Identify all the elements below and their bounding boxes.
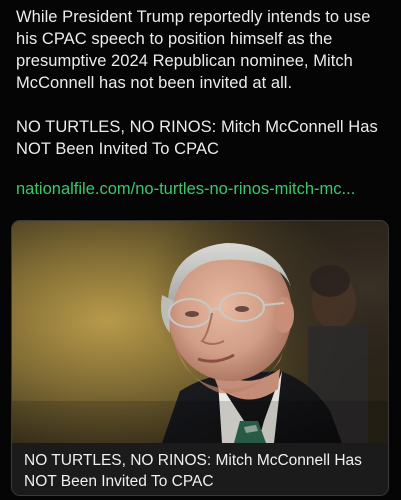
link-preview-title-box[interactable]: NO TURTLES, NO RINOS: Mitch McConnell Ha… [12, 443, 388, 495]
post-body: While President Trump reportedly intends… [16, 6, 388, 182]
link-preview-title: NO TURTLES, NO RINOS: Mitch McConnell Ha… [24, 452, 362, 490]
post-headline-line-2: NOT Been Invited To CPAC [16, 140, 219, 158]
link-preview-card[interactable]: NO TURTLES, NO RINOS: Mitch McConnell Ha… [11, 220, 389, 496]
article-link[interactable]: nationalfile.com/no-turtles-no-rinos-mit… [16, 178, 388, 200]
post-headline-line-1: NO TURTLES, NO RINOS: Mitch McConnell Ha… [16, 118, 378, 136]
post-headline: NO TURTLES, NO RINOS: Mitch McConnell Ha… [16, 116, 388, 160]
link-preview-image[interactable] [12, 221, 388, 443]
post-paragraph: While President Trump reportedly intends… [16, 8, 371, 92]
post: While President Trump reportedly intends… [0, 0, 401, 500]
